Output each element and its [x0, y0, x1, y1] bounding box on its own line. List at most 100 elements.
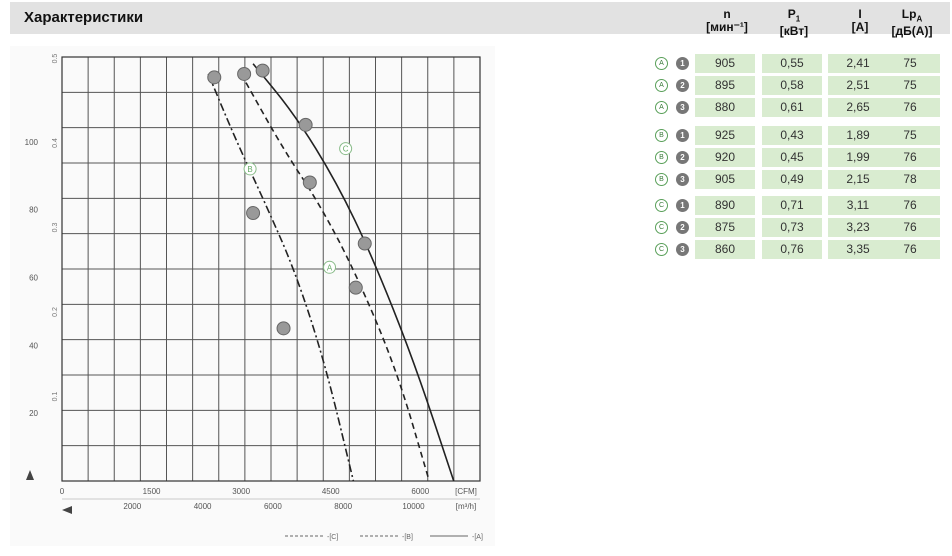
x-tick-label-cfm: 0 — [60, 487, 65, 496]
table-cell-p1: 0,73 — [762, 218, 822, 237]
operating-point-marker — [302, 175, 317, 190]
table-cell-p1: 0,45 — [762, 148, 822, 167]
column-header-unit: [дБ(A)] — [891, 24, 933, 39]
table-cell-n: 920 — [695, 148, 755, 167]
operating-point-marker — [237, 66, 252, 81]
column-header-unit: [кВт] — [779, 24, 809, 39]
column-header-subscript: 1 — [795, 14, 801, 24]
x-tick-label-m3h: 2000 — [123, 502, 141, 511]
table-row: A 1 905 0,55 2,41 75 — [650, 54, 950, 74]
table-row: A 2 895 0,58 2,51 75 — [650, 76, 950, 96]
table-cell-i: 1,99 — [828, 148, 888, 167]
series-label: C — [343, 145, 349, 154]
column-header-unit: [A] — [851, 20, 869, 34]
table-cell-p1: 0,71 — [762, 196, 822, 215]
table-cell-n: 925 — [695, 126, 755, 145]
table-cell-lpa: 76 — [880, 196, 940, 215]
table-cell-lpa: 76 — [880, 148, 940, 167]
legend-label: -[A] — [472, 534, 483, 541]
table-cell-n: 860 — [695, 240, 755, 259]
table-cell-i: 3,35 — [828, 240, 888, 259]
x-tick-label-cfm: 3000 — [232, 487, 250, 496]
table-row: C 3 860 0,76 3,35 76 — [650, 240, 950, 260]
column-header-2: P1 [кВт] — [762, 8, 826, 38]
mode-marker: B — [655, 173, 668, 186]
x-unit-cfm: [CFM] — [455, 487, 477, 496]
table-row: C 1 890 0,71 3,11 76 — [650, 196, 950, 216]
chart-background — [10, 46, 495, 546]
point-marker: 2 — [676, 221, 689, 234]
page-title: Характеристики — [24, 9, 144, 26]
table-cell-i: 2,65 — [828, 98, 888, 117]
column-header-subscript: A — [916, 14, 923, 24]
y-tick-label-pa: 20 — [29, 409, 38, 418]
table-cell-p1: 0,58 — [762, 76, 822, 95]
table-cell-lpa: 75 — [880, 126, 940, 145]
table-cell-n: 890 — [695, 196, 755, 215]
y-tick-label-pa: 60 — [29, 273, 38, 282]
table-cell-i: 2,51 — [828, 76, 888, 95]
point-marker: 1 — [676, 129, 689, 142]
mode-marker: B — [655, 151, 668, 164]
y-tick-label-inwg: 0.3 — [52, 223, 59, 233]
x-tick-label-m3h: 8000 — [334, 502, 352, 511]
table-row: B 2 920 0,45 1,99 76 — [650, 148, 950, 168]
x-tick-label-cfm: 1500 — [143, 487, 161, 496]
mode-marker: C — [655, 221, 668, 234]
table-cell-lpa: 76 — [880, 218, 940, 237]
y-tick-label-pa: 40 — [29, 341, 38, 350]
column-header-name: n — [723, 7, 731, 21]
table-cell-lpa: 75 — [880, 76, 940, 95]
x-unit-m3h: [m³/h] — [456, 502, 476, 511]
mode-marker: A — [655, 101, 668, 114]
operating-point-marker — [357, 236, 372, 251]
table-cell-n: 895 — [695, 76, 755, 95]
y-tick-label-pa: 100 — [25, 138, 39, 147]
table-cell-i: 2,15 — [828, 170, 888, 189]
point-marker: 2 — [676, 151, 689, 164]
table-row: C 2 875 0,73 3,23 76 — [650, 218, 950, 238]
series-label: A — [327, 263, 333, 272]
table-cell-p1: 0,76 — [762, 240, 822, 259]
point-marker: 3 — [676, 173, 689, 186]
y-tick-label-inwg: 0.4 — [52, 138, 59, 148]
mode-marker: C — [655, 243, 668, 256]
table-cell-lpa: 76 — [880, 98, 940, 117]
performance-chart: 0 1500 3000 4500 6000 [CFM] 2000 4000 6000 8000 10… — [10, 46, 495, 546]
table-row: B 3 905 0,49 2,15 78 — [650, 170, 950, 190]
operating-point-marker — [276, 321, 291, 336]
y-tick-label-inwg: 0.2 — [52, 307, 59, 317]
column-header-4: LpA [дБ(A)] — [880, 8, 944, 38]
operating-point-marker — [246, 206, 261, 221]
x-tick-label-m3h: 10000 — [402, 502, 425, 511]
column-header-name: I — [858, 7, 862, 21]
table-cell-p1: 0,49 — [762, 170, 822, 189]
table-cell-i: 2,41 — [828, 54, 888, 73]
x-tick-label-m3h: 4000 — [194, 502, 212, 511]
table-cell-i: 3,23 — [828, 218, 888, 237]
operating-point-marker — [207, 70, 222, 85]
table-cell-lpa: 76 — [880, 240, 940, 259]
point-marker: 2 — [676, 79, 689, 92]
point-marker: 3 — [676, 243, 689, 256]
x-tick-label-cfm: 6000 — [411, 487, 429, 496]
table-cell-n: 880 — [695, 98, 755, 117]
operating-point-marker — [348, 280, 363, 295]
y-tick-label-pa: 80 — [29, 206, 38, 215]
legend-label: -[C] — [327, 534, 338, 541]
table-cell-p1: 0,61 — [762, 98, 822, 117]
table-cell-lpa: 78 — [880, 170, 940, 189]
table-cell-p1: 0,55 — [762, 54, 822, 73]
table-cell-n: 905 — [695, 54, 755, 73]
y-tick-label-inwg: 0.5 — [52, 54, 59, 64]
x-tick-label-m3h: 6000 — [264, 502, 282, 511]
mode-marker: A — [655, 57, 668, 70]
mode-marker: A — [655, 79, 668, 92]
table-cell-i: 1,89 — [828, 126, 888, 145]
series-label: B — [247, 165, 252, 174]
point-marker: 1 — [676, 199, 689, 212]
column-header-1: n [мин⁻¹] — [695, 8, 759, 34]
table-cell-n: 875 — [695, 218, 755, 237]
table-cell-lpa: 75 — [880, 54, 940, 73]
column-header-name: P — [787, 7, 796, 21]
